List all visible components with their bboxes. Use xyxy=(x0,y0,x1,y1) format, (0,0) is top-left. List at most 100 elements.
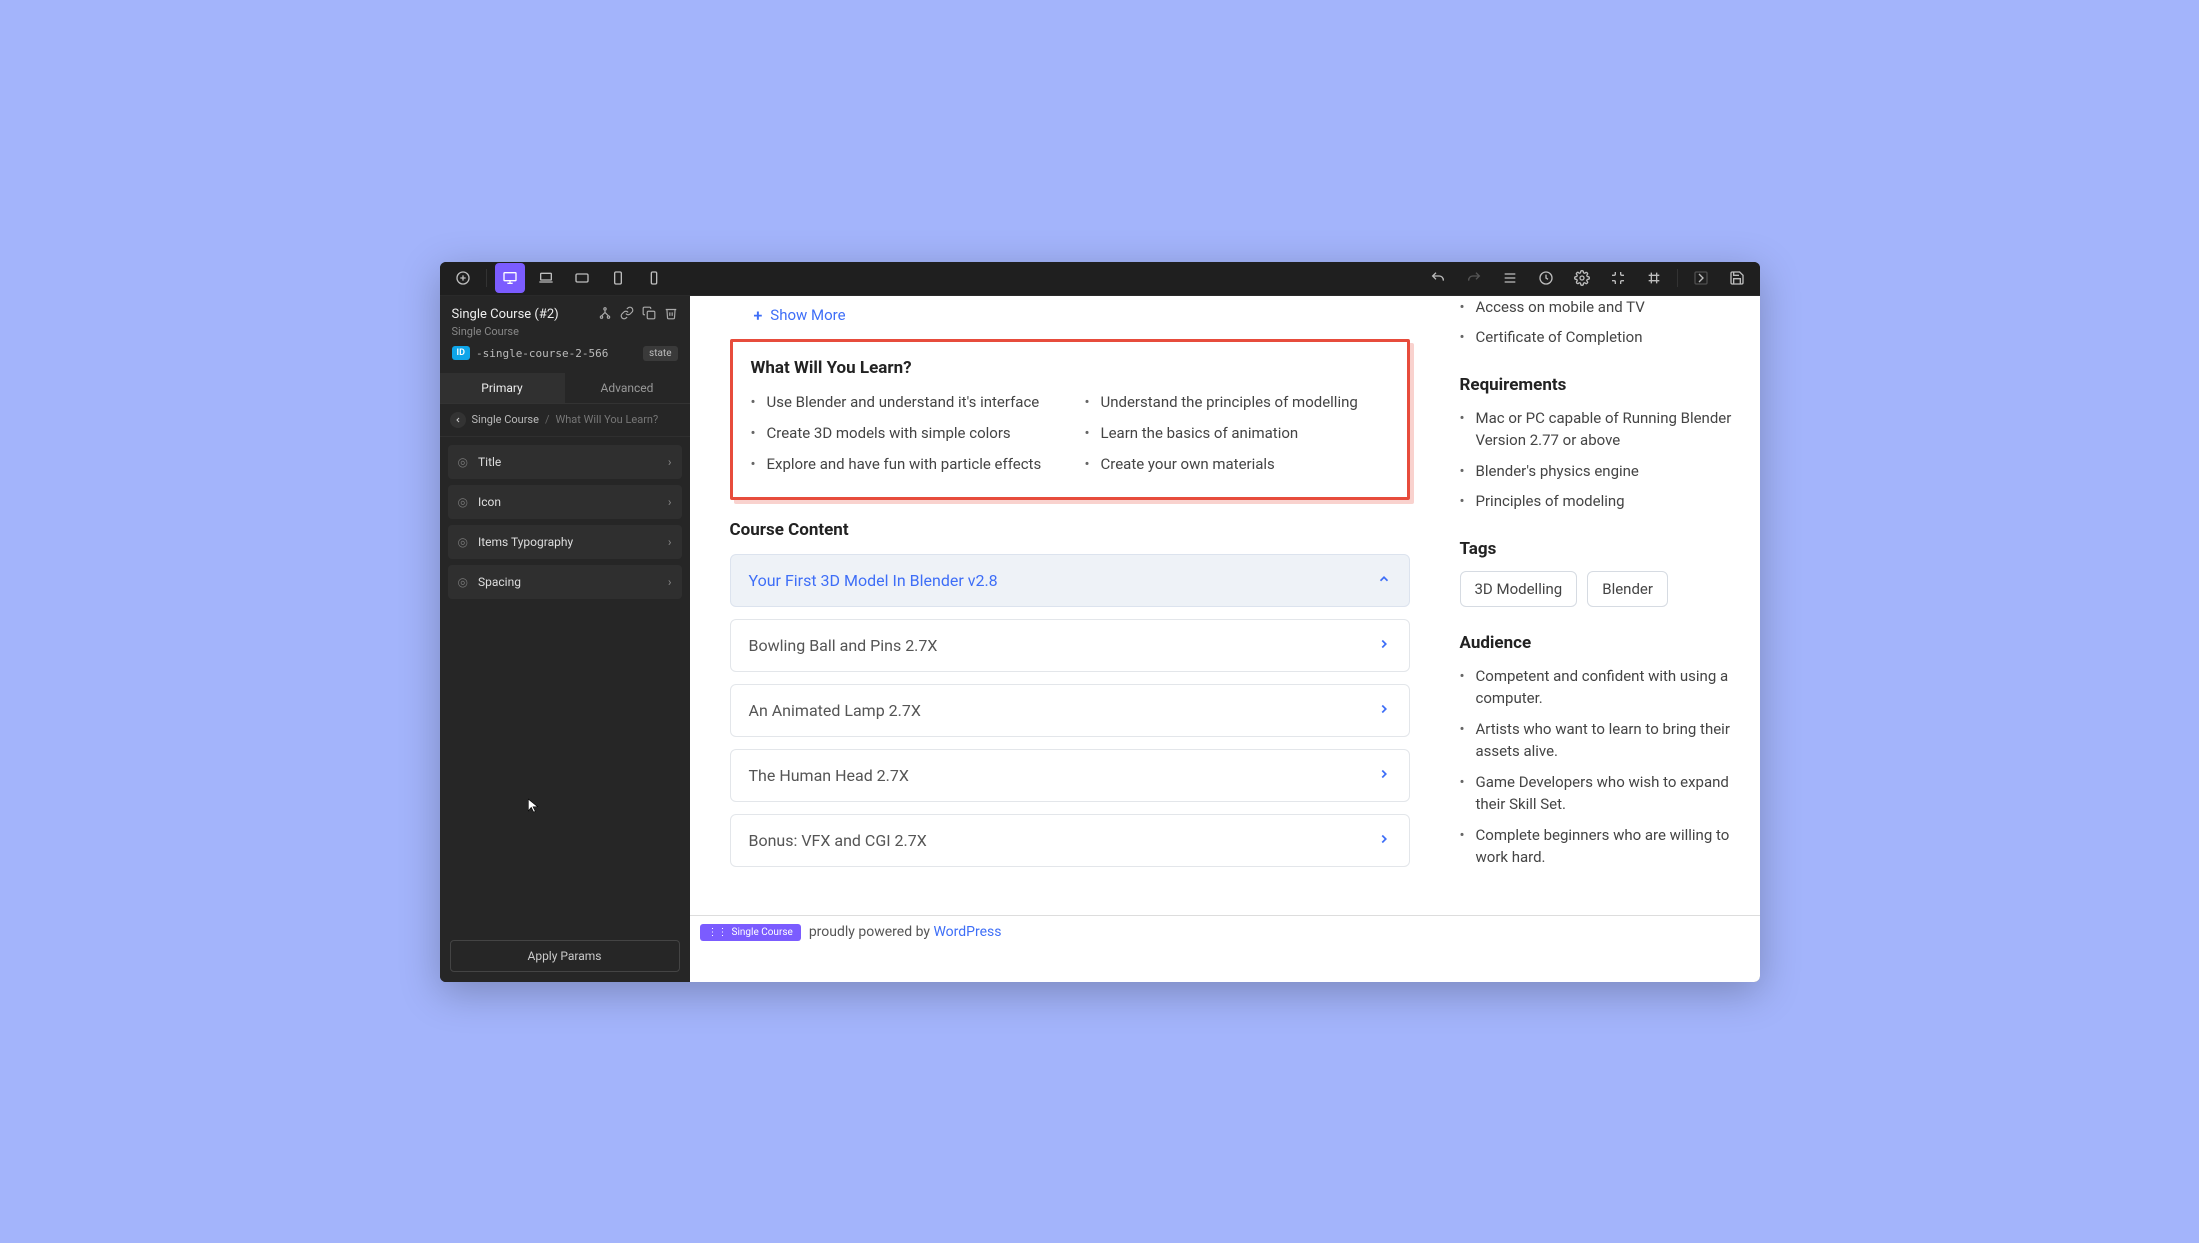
plus-icon: + xyxy=(754,306,763,325)
panel-label: Title xyxy=(478,455,501,469)
target-icon: ◎ xyxy=(458,535,468,549)
what-will-you-learn-block[interactable]: What Will You Learn? Use Blender and und… xyxy=(730,339,1410,500)
chevron-right-icon xyxy=(1377,831,1391,850)
chevron-up-icon xyxy=(1377,571,1391,590)
tab-advanced[interactable]: Advanced xyxy=(565,373,690,403)
audience-list: Competent and confident with using a com… xyxy=(1460,665,1740,869)
device-tablet-portrait-button[interactable] xyxy=(603,263,633,293)
history-button[interactable] xyxy=(1531,263,1561,293)
feature-item: Certificate of Completion xyxy=(1460,326,1740,349)
device-laptop-button[interactable] xyxy=(531,263,561,293)
structure-button[interactable] xyxy=(1495,263,1525,293)
drag-handle-icon: ⋮⋮ xyxy=(708,927,728,938)
panel-title[interactable]: ◎ Title › xyxy=(448,445,682,479)
device-desktop-button[interactable] xyxy=(495,263,525,293)
learn-item: Understand the principles of modelling xyxy=(1085,392,1389,413)
breadcrumb-back-button[interactable] xyxy=(450,412,466,428)
code-button[interactable] xyxy=(1603,263,1633,293)
footer-text: proudly powered by WordPress xyxy=(809,924,1002,940)
breadcrumb-root[interactable]: Single Course xyxy=(472,413,539,426)
course-section-title: Your First 3D Model In Blender v2.8 xyxy=(749,571,998,590)
course-content-title: Course Content xyxy=(730,520,1410,540)
breadcrumbs: Single Course / What Will You Learn? xyxy=(440,404,690,437)
learn-item: Create 3D models with simple colors xyxy=(751,423,1055,444)
sidebar-tabs: Primary Advanced xyxy=(440,373,690,404)
learn-item: Create your own materials xyxy=(1085,454,1389,475)
duplicate-icon[interactable] xyxy=(642,306,656,323)
learn-item: Use Blender and understand it's interfac… xyxy=(751,392,1055,413)
device-mobile-button[interactable] xyxy=(639,263,669,293)
course-section[interactable]: Bowling Ball and Pins 2.7X xyxy=(730,619,1410,672)
course-section-title: Bonus: VFX and CGI 2.7X xyxy=(749,831,927,850)
footer-element-badge[interactable]: ⋮⋮ Single Course xyxy=(700,924,801,941)
panel-label: Icon xyxy=(478,495,501,509)
chevron-right-icon: › xyxy=(668,495,672,509)
course-section[interactable]: Your First 3D Model In Blender v2.8 xyxy=(730,554,1410,607)
delete-icon[interactable] xyxy=(664,306,678,323)
canvas[interactable]: + Show More What Will You Learn? Use Ble… xyxy=(690,296,1760,982)
state-chip[interactable]: state xyxy=(643,346,677,361)
target-icon: ◎ xyxy=(458,575,468,589)
requirement-item: Principles of modeling xyxy=(1460,490,1740,513)
breadcrumb-current: What Will You Learn? xyxy=(555,413,658,426)
topbar xyxy=(440,262,1760,296)
course-section[interactable]: Bonus: VFX and CGI 2.7X xyxy=(730,814,1410,867)
chevron-right-icon: › xyxy=(668,455,672,469)
save-button[interactable] xyxy=(1722,263,1752,293)
requirements-title: Requirements xyxy=(1460,375,1740,395)
chevron-right-icon: › xyxy=(668,575,672,589)
learn-list: Use Blender and understand it's interfac… xyxy=(751,392,1389,475)
learn-title: What Will You Learn? xyxy=(751,358,1389,378)
panel-spacing[interactable]: ◎ Spacing › xyxy=(448,565,682,599)
audience-title: Audience xyxy=(1460,633,1740,653)
features-list: Access on mobile and TV Certificate of C… xyxy=(1460,296,1740,349)
panel-list: ◎ Title › ◎ Icon › ◎ Items Typography › … xyxy=(440,437,690,607)
requirement-item: Mac or PC capable of Running Blender Ver… xyxy=(1460,407,1740,452)
course-section-title: An Animated Lamp 2.7X xyxy=(749,701,921,720)
show-more-button[interactable]: + Show More xyxy=(730,300,1410,339)
hierarchy-icon[interactable] xyxy=(598,306,612,323)
separator xyxy=(1677,269,1678,287)
panel-label: Spacing xyxy=(478,575,521,589)
audience-item: Artists who want to learn to bring their… xyxy=(1460,718,1740,763)
wordpress-link[interactable]: WordPress xyxy=(933,924,1001,940)
course-section-title: Bowling Ball and Pins 2.7X xyxy=(749,636,938,655)
tab-primary[interactable]: Primary xyxy=(440,373,565,403)
breadcrumb-separator: / xyxy=(545,413,550,426)
tags-title: Tags xyxy=(1460,539,1740,559)
element-id-row: ID -single-course-2-566 state xyxy=(452,346,678,361)
show-more-label: Show More xyxy=(770,306,845,324)
export-button[interactable] xyxy=(1686,263,1716,293)
grid-button[interactable] xyxy=(1639,263,1669,293)
course-section[interactable]: An Animated Lamp 2.7X xyxy=(730,684,1410,737)
chevron-right-icon xyxy=(1377,766,1391,785)
audience-item: Game Developers who wish to expand their… xyxy=(1460,771,1740,816)
course-section[interactable]: The Human Head 2.7X xyxy=(730,749,1410,802)
panel-items-typography[interactable]: ◎ Items Typography › xyxy=(448,525,682,559)
audience-item: Competent and confident with using a com… xyxy=(1460,665,1740,710)
sidebar-title: Single Course (#2) xyxy=(452,307,559,322)
panel-icon[interactable]: ◎ Icon › xyxy=(448,485,682,519)
element-id-text[interactable]: -single-course-2-566 xyxy=(476,347,637,360)
device-tablet-landscape-button[interactable] xyxy=(567,263,597,293)
redo-button[interactable] xyxy=(1459,263,1489,293)
panel-label: Items Typography xyxy=(478,535,573,549)
footer-badge-label: Single Course xyxy=(732,927,793,938)
target-icon: ◎ xyxy=(458,495,468,509)
tag-chip[interactable]: 3D Modelling xyxy=(1460,571,1578,607)
apply-params-button[interactable]: Apply Params xyxy=(450,940,680,972)
learn-item: Learn the basics of animation xyxy=(1085,423,1389,444)
add-button[interactable] xyxy=(448,263,478,293)
requirement-item: Blender's physics engine xyxy=(1460,460,1740,483)
sidebar: Single Course (#2) Single Course ID -sin… xyxy=(440,296,690,982)
settings-button[interactable] xyxy=(1567,263,1597,293)
course-section-title: The Human Head 2.7X xyxy=(749,766,909,785)
tag-chip[interactable]: Blender xyxy=(1587,571,1668,607)
link-icon[interactable] xyxy=(620,306,634,323)
undo-button[interactable] xyxy=(1423,263,1453,293)
canvas-footer: ⋮⋮ Single Course proudly powered by Word… xyxy=(690,915,1760,949)
audience-item: Complete beginners who are willing to wo… xyxy=(1460,824,1740,869)
sidebar-subtitle: Single Course xyxy=(452,325,678,338)
target-icon: ◎ xyxy=(458,455,468,469)
chevron-right-icon xyxy=(1377,701,1391,720)
